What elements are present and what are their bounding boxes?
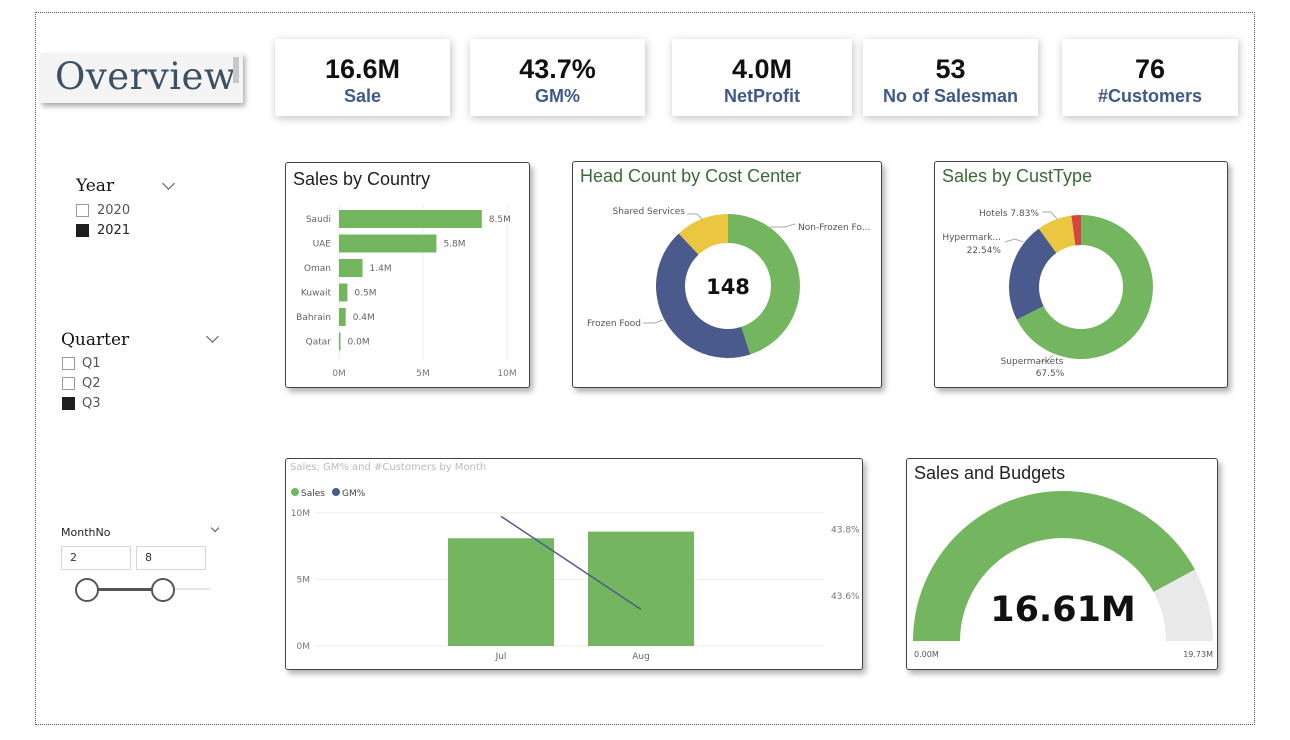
y-tick-label: 5M [297, 576, 311, 586]
legend-label: Sales [301, 489, 325, 499]
slice-label: Hotels 7.83% [979, 209, 1039, 219]
slicer-option[interactable]: 2020 [97, 203, 130, 218]
checkbox-2020[interactable] [76, 204, 89, 217]
checkbox-2021[interactable] [76, 224, 89, 237]
min-value-input[interactable]: 2 [61, 546, 131, 570]
head-count-panel[interactable]: Head Count by Cost Center 148 Non-Frozen … [572, 161, 882, 388]
category-label: UAE [313, 240, 332, 250]
donut-center-value: 148 [706, 275, 750, 299]
slider-handle-max[interactable] [151, 578, 175, 602]
gauge-max-label: 19.73M [1183, 650, 1213, 659]
data-label: 0.0M [348, 338, 370, 348]
slice-label: Frozen Food [587, 319, 641, 329]
kpi-value: 43.7% [519, 54, 596, 84]
bar [588, 531, 694, 646]
sales-by-country-chart: 0M 5M 10M Saudi 8.5M UAE 5.8M Oman 1.4M Kuwait 0.5… [296, 205, 517, 379]
gauge-value: 16.61M [990, 590, 1136, 630]
x-tick-label: 0M [332, 369, 346, 379]
slice-label: Hypermark... [942, 233, 1001, 243]
category-label: Oman [304, 264, 331, 274]
slice-label: Supermarkets [1001, 357, 1064, 367]
leader-line [643, 319, 664, 324]
monthly-combo-chart: Sales GM% 0M 5M 10M 43.6% 43.8% Jul Aug [291, 488, 860, 662]
chevron-down-icon[interactable] [210, 523, 220, 533]
category-label: Bahrain [296, 313, 331, 323]
sales-budgets-panel[interactable]: Sales and Budgets 16.61M 0.00M 19.73M [906, 458, 1218, 670]
text-cursor [233, 57, 239, 83]
slicer-option[interactable]: Q3 [82, 396, 101, 411]
kpi-card-salesman[interactable]: 53 No of Salesman [863, 39, 1038, 116]
kpi-label: #Customers [1097, 86, 1203, 106]
leader-line [1042, 211, 1058, 220]
data-label: 8.5M [489, 215, 511, 225]
bar [448, 538, 554, 646]
max-value-input[interactable]: 8 [136, 546, 206, 570]
slicer-header: MonthNo [61, 526, 111, 539]
bar [339, 332, 341, 351]
legend-label: GM% [342, 489, 366, 499]
slicer-option[interactable]: Q2 [82, 376, 101, 391]
leader-line [770, 223, 796, 228]
checkbox-q1[interactable] [62, 357, 75, 370]
category-label: Saudi [306, 215, 331, 225]
monthno-slicer: MonthNo 2 8 [61, 522, 221, 612]
overview-title-box[interactable]: Overview [40, 53, 243, 103]
kpi-card-netprofit[interactable]: 4.0M NetProfit [672, 39, 852, 116]
kpi-value: 4.0M [731, 54, 793, 84]
category-label: Kuwait [301, 289, 332, 299]
y-tick-label: 0M [297, 642, 311, 652]
gauge-min-label: 0.00M [914, 650, 939, 659]
monthly-combo-panel[interactable]: Sales, GM% and #Customers by Month Sales… [285, 458, 863, 670]
kpi-label: NetProfit [724, 86, 800, 106]
head-count-chart: 148 Non-Frozen Fo... Frozen Food Shared Ser… [587, 207, 870, 358]
bar [339, 234, 437, 253]
slider-handle-min[interactable] [75, 578, 99, 602]
legend-marker [332, 488, 340, 496]
x-tick-label: Aug [632, 652, 650, 662]
y2-tick-label: 43.6% [831, 592, 860, 602]
slicer-header: Quarter [61, 330, 130, 350]
leader-line [1004, 238, 1024, 243]
category-label: Qatar [306, 338, 332, 348]
sales-budgets-gauge: 16.61M 0.00M 19.73M [913, 490, 1213, 659]
slicer-option[interactable]: 2021 [97, 223, 130, 238]
bar [339, 308, 346, 326]
bar [339, 259, 363, 277]
y2-tick-label: 43.8% [831, 526, 860, 536]
sales-by-country-panel[interactable]: Sales by Country 0M 5M 10M Saudi 8.5M UAE 5.8M… [285, 162, 530, 388]
slice-percent: 67.5% [1036, 369, 1065, 379]
slicer-option[interactable]: Q1 [82, 356, 101, 371]
kpi-card-sale[interactable]: 16.6M Sale [275, 39, 450, 116]
bar [339, 283, 348, 302]
legend-marker [291, 488, 299, 496]
x-tick-label: 10M [497, 369, 516, 379]
kpi-card-customers[interactable]: 76 #Customers [1062, 39, 1238, 116]
x-tick-label: 5M [416, 369, 430, 379]
year-slicer: Year 2020 2021 [76, 176, 186, 246]
kpi-label: No of Salesman [882, 86, 1019, 106]
kpi-label: Sale [343, 86, 382, 106]
kpi-value: 16.6M [324, 54, 401, 84]
y-tick-label: 10M [291, 509, 310, 519]
slice-label: Shared Services [613, 207, 686, 217]
data-label: 5.8M [443, 240, 465, 250]
page-title: Overview [55, 55, 237, 98]
data-label: 1.4M [370, 264, 392, 274]
slice-percent: 22.54% [967, 246, 1002, 256]
data-label: 0.5M [354, 289, 376, 299]
slice-label: Non-Frozen Fo... [798, 223, 870, 233]
sales-by-custtype-chart: Supermarkets 67.5% Hypermark... 22.54% Hotel… [942, 209, 1153, 379]
kpi-value: 53 [935, 54, 966, 84]
data-label: 0.4M [353, 313, 375, 323]
checkbox-q3[interactable] [62, 397, 75, 410]
kpi-label: GM% [535, 86, 580, 106]
bar [339, 210, 482, 228]
x-tick-label: Jul [495, 652, 507, 662]
leader-line [687, 213, 704, 221]
kpi-value: 76 [1134, 54, 1166, 84]
kpi-card-gm[interactable]: 43.7% GM% [470, 39, 645, 116]
sales-by-custtype-panel[interactable]: Sales by CustType Supermarkets 67.5% Hyper… [934, 161, 1228, 388]
checkbox-q2[interactable] [62, 377, 75, 390]
quarter-slicer: Quarter Q1 Q2 Q3 [61, 330, 221, 420]
